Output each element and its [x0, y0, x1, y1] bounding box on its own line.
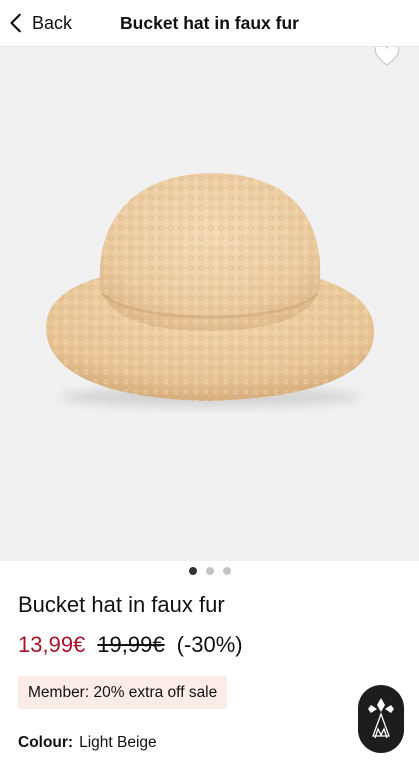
colour-label: Colour: — [18, 734, 74, 751]
original-price: 19,99€ — [97, 632, 165, 657]
image-pagination-dots — [0, 567, 419, 575]
top-navigation-bar: Back Bucket hat in faux fur — [0, 0, 419, 47]
assistant-button[interactable] — [358, 685, 404, 753]
discount-percent: (-30%) — [176, 632, 243, 657]
heart-icon[interactable] — [372, 47, 402, 69]
product-image-gallery[interactable] — [0, 47, 419, 561]
pagination-dot-3[interactable] — [222, 567, 231, 575]
colour-value: Light Beige — [79, 734, 157, 751]
pagination-dot-2[interactable] — [205, 567, 214, 575]
member-offer-badge: Member: 20% extra off sale — [18, 676, 228, 709]
product-name: Bucket hat in faux fur — [18, 592, 225, 617]
assistant-logo-icon — [368, 698, 394, 739]
pagination-dot-1[interactable] — [188, 567, 197, 575]
page-title: Bucket hat in faux fur — [120, 13, 299, 33]
colour-info: Colour: Light Beige — [18, 734, 157, 752]
sale-price: 13,99€ — [18, 632, 86, 657]
product-image-hat — [45, 173, 375, 407]
price-row: 13,99€ 19,99€ (-30%) — [18, 632, 243, 658]
